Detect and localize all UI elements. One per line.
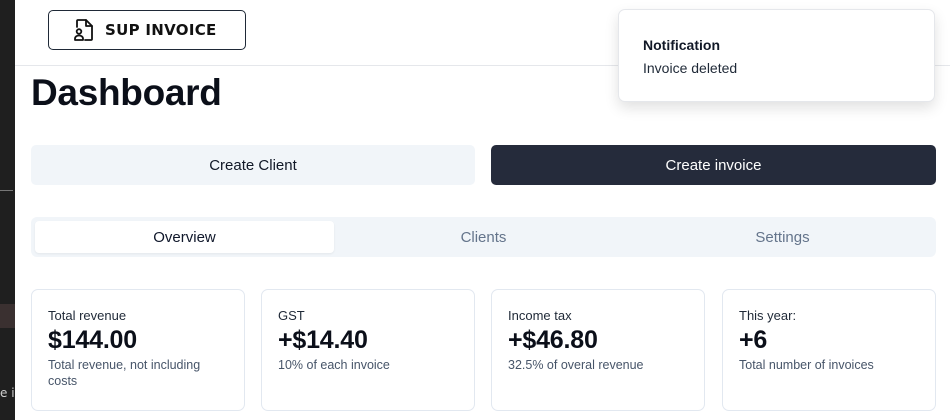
- page-title: Dashboard: [31, 72, 222, 113]
- logo-text: SUP INVOICE: [105, 21, 217, 39]
- total-revenue-card: Total revenue $144.00 Total revenue, not…: [31, 289, 245, 411]
- card-value: +$46.80: [508, 326, 598, 354]
- background-highlight: [0, 304, 15, 328]
- card-label: Income tax: [508, 308, 572, 323]
- background-window-edge: e i: [0, 0, 15, 420]
- income-tax-card: Income tax +$46.80 32.5% of overal reven…: [491, 289, 705, 411]
- create-client-button[interactable]: Create Client: [31, 145, 475, 185]
- tab-clients[interactable]: Clients: [334, 221, 633, 253]
- card-description: 32.5% of overal revenue: [508, 358, 644, 372]
- card-label: GST: [278, 308, 305, 323]
- tab-overview[interactable]: Overview: [35, 221, 334, 253]
- card-value: +6: [739, 326, 768, 354]
- logo-home-button[interactable]: SUP INVOICE: [48, 10, 246, 50]
- card-label: Total revenue: [48, 308, 127, 323]
- card-description: Total number of invoices: [739, 358, 874, 372]
- create-invoice-button[interactable]: Create invoice: [491, 145, 936, 185]
- notification-toast[interactable]: Notification Invoice deleted: [618, 9, 935, 102]
- card-value: $144.00: [48, 326, 137, 354]
- gst-card: GST +$14.40 10% of each invoice: [261, 289, 475, 411]
- tab-settings[interactable]: Settings: [633, 221, 932, 253]
- notification-message: Invoice deleted: [643, 60, 738, 76]
- document-user-icon: [74, 19, 93, 41]
- card-description: 10% of each invoice: [278, 358, 390, 372]
- dashboard-tabs: Overview Clients Settings: [31, 217, 936, 257]
- notification-title: Notification: [643, 37, 720, 53]
- background-window-text: e i: [0, 386, 15, 400]
- card-value: +$14.40: [278, 326, 368, 354]
- card-label: This year:: [739, 308, 797, 323]
- background-divider: [0, 190, 13, 191]
- invoice-count-card: This year: +6 Total number of invoices: [722, 289, 936, 411]
- card-description: Total revenue, not including costs: [48, 358, 201, 388]
